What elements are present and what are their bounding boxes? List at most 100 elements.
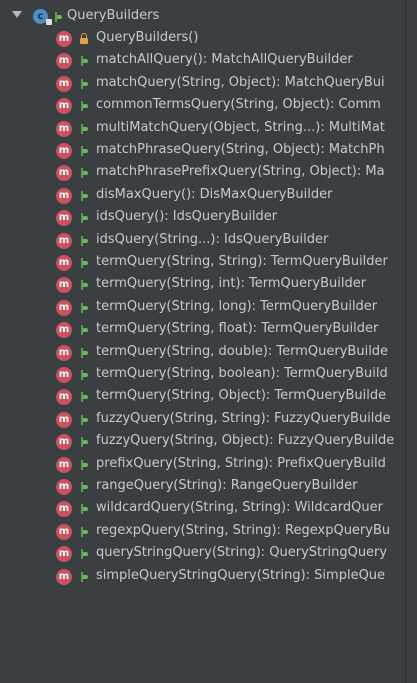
public-visibility-icon [80, 168, 88, 179]
method-icon: m [56, 53, 72, 70]
method-row[interactable]: m fuzzyQuery(String, String): FuzzyQueryB… [0, 409, 405, 431]
method-label: termQuery(String, double): TermQueryBuil… [96, 343, 389, 359]
method-row[interactable]: m rangeQuery(String): RangeQueryBuilder [0, 476, 405, 498]
method-row[interactable]: m matchAllQuery(): MatchAllQueryBuilder [0, 50, 405, 72]
method-row[interactable]: m idsQuery(String...): IdsQueryBuilder [0, 230, 405, 252]
tree-root-row[interactable]: c QueryBuilders [0, 6, 405, 28]
method-label: termQuery(String, float): TermQueryBuild… [96, 321, 379, 337]
method-row[interactable]: m matchPhraseQuery(String, Object): Match… [0, 140, 405, 162]
method-label: fuzzyQuery(String, Object): FuzzyQueryBu… [96, 433, 395, 449]
public-visibility-icon [80, 347, 88, 358]
method-label: matchPhraseQuery(String, Object): MatchP… [96, 142, 385, 157]
method-row[interactable]: m fuzzyQuery(String, Object): FuzzyQueryB… [0, 431, 405, 453]
method-icon: m [56, 523, 72, 540]
method-icon: m [56, 568, 72, 585]
method-label: matchQuery(String, Object): MatchQueryBu… [96, 74, 385, 90]
method-label: idsQuery(): IdsQueryBuilder [96, 209, 278, 225]
method-row[interactable]: m termQuery(String, String): TermQueryBui… [0, 252, 405, 274]
method-icon: m [56, 411, 72, 428]
method-row[interactable]: m termQuery(String, Object): TermQueryBui… [0, 386, 405, 408]
public-visibility-icon [80, 302, 88, 313]
method-row[interactable]: m termQuery(String, boolean): TermQueryBu… [0, 364, 405, 386]
tree-root-label: QueryBuilders [67, 8, 160, 23]
method-row[interactable]: m QueryBuilders() [0, 28, 405, 50]
public-visibility-icon [80, 482, 88, 492]
method-icon: m [56, 456, 72, 473]
method-icon: m [56, 367, 72, 383]
method-icon: m [56, 277, 72, 294]
method-icon: m [56, 299, 72, 316]
public-visibility-icon [54, 12, 62, 22]
method-row[interactable]: m termQuery(String, float): TermQueryBuil… [0, 319, 405, 341]
method-row[interactable]: m regexpQuery(String, String): RegexpQuer… [0, 521, 405, 543]
method-row[interactable]: m prefixQuery(String, String): PrefixQuer… [0, 454, 405, 476]
method-label: termQuery(String, int): TermQueryBuilder [96, 276, 367, 292]
class-icon: c [33, 9, 52, 25]
method-row[interactable]: m simpleQueryStringQuery(String): SimpleQ… [0, 566, 405, 588]
method-icon: m [56, 389, 72, 406]
method-icon: m [56, 31, 72, 47]
method-row[interactable]: m termQuery(String, double): TermQueryBui… [0, 342, 405, 364]
public-visibility-icon [80, 437, 88, 448]
public-visibility-icon [80, 235, 88, 246]
method-label: wildcardQuery(String, String): WildcardQ… [96, 500, 383, 516]
method-row[interactable]: m idsQuery(): IdsQueryBuilder [0, 207, 405, 229]
method-row[interactable]: m matchQuery(String, Object): MatchQueryB… [0, 73, 405, 95]
method-icon: m [56, 210, 72, 227]
method-label: commonTermsQuery(String, Object): Comm [96, 97, 381, 113]
public-visibility-icon [80, 504, 88, 515]
method-icon: m [56, 501, 72, 518]
method-row[interactable]: m queryStringQuery(String): QueryStringQu… [0, 543, 405, 565]
method-label: termQuery(String, boolean): TermQueryBui… [96, 366, 388, 381]
method-row[interactable]: m wildcardQuery(String, String): Wildcard… [0, 498, 405, 520]
public-visibility-icon [80, 549, 88, 560]
method-icon: m [56, 75, 72, 92]
method-label: simpleQueryStringQuery(String): SimpleQu… [96, 567, 386, 583]
method-icon: m [56, 98, 72, 115]
public-visibility-icon [80, 325, 88, 336]
method-label: matchPhrasePrefixQuery(String, Object): … [96, 164, 385, 180]
method-icon: m [56, 165, 72, 182]
public-visibility-icon [80, 213, 88, 224]
method-label: idsQuery(String...): IdsQueryBuilder [96, 231, 329, 247]
expand-arrow-icon[interactable] [12, 11, 22, 18]
public-visibility-icon [80, 123, 88, 134]
public-visibility-icon [80, 146, 88, 156]
method-row[interactable]: m termQuery(String, int): TermQueryBuilde… [0, 274, 405, 296]
public-visibility-icon [80, 190, 88, 201]
method-icon: m [56, 344, 72, 361]
method-label: termQuery(String, long): TermQueryBuilde… [96, 298, 378, 314]
method-row[interactable]: m disMaxQuery(): DisMaxQueryBuilder [0, 185, 405, 207]
method-label: termQuery(String, Object): TermQueryBuil… [96, 388, 387, 404]
method-icon: m [56, 143, 72, 159]
method-icon: m [56, 187, 72, 204]
scrollbar-gutter[interactable] [406, 0, 417, 683]
method-icon: m [56, 546, 72, 563]
method-label: fuzzyQuery(String, String): FuzzyQueryBu… [96, 410, 391, 426]
method-icon: m [56, 255, 72, 271]
method-row[interactable]: m commonTermsQuery(String, Object): Comm [0, 95, 405, 117]
public-visibility-icon [80, 370, 88, 380]
public-visibility-icon [80, 414, 88, 425]
method-icon: m [56, 434, 72, 451]
method-icon: m [56, 232, 72, 249]
method-icon: m [56, 120, 72, 137]
method-label: regexpQuery(String, String): RegexpQuery… [96, 522, 391, 538]
public-visibility-icon [80, 459, 88, 470]
method-label: prefixQuery(String, String): PrefixQuery… [96, 455, 386, 471]
method-row[interactable]: m termQuery(String, long): TermQueryBuild… [0, 297, 405, 319]
public-visibility-icon [80, 258, 88, 268]
method-row[interactable]: m multiMatchQuery(Object, String...): Mul… [0, 118, 405, 140]
method-label: QueryBuilders() [96, 30, 199, 45]
public-visibility-icon [80, 101, 88, 112]
method-label: queryStringQuery(String): QueryStringQue… [96, 545, 388, 561]
method-row[interactable]: m matchPhrasePrefixQuery(String, Object):… [0, 162, 405, 184]
public-visibility-icon [80, 280, 88, 291]
private-lock-icon [80, 33, 88, 44]
method-label: rangeQuery(String): RangeQueryBuilder [96, 478, 358, 493]
method-icon: m [56, 479, 72, 495]
method-label: multiMatchQuery(Object, String...): Mult… [96, 119, 385, 135]
method-label: disMaxQuery(): DisMaxQueryBuilder [96, 186, 333, 202]
method-label: termQuery(String, String): TermQueryBuil… [96, 254, 388, 269]
public-visibility-icon [80, 571, 88, 582]
